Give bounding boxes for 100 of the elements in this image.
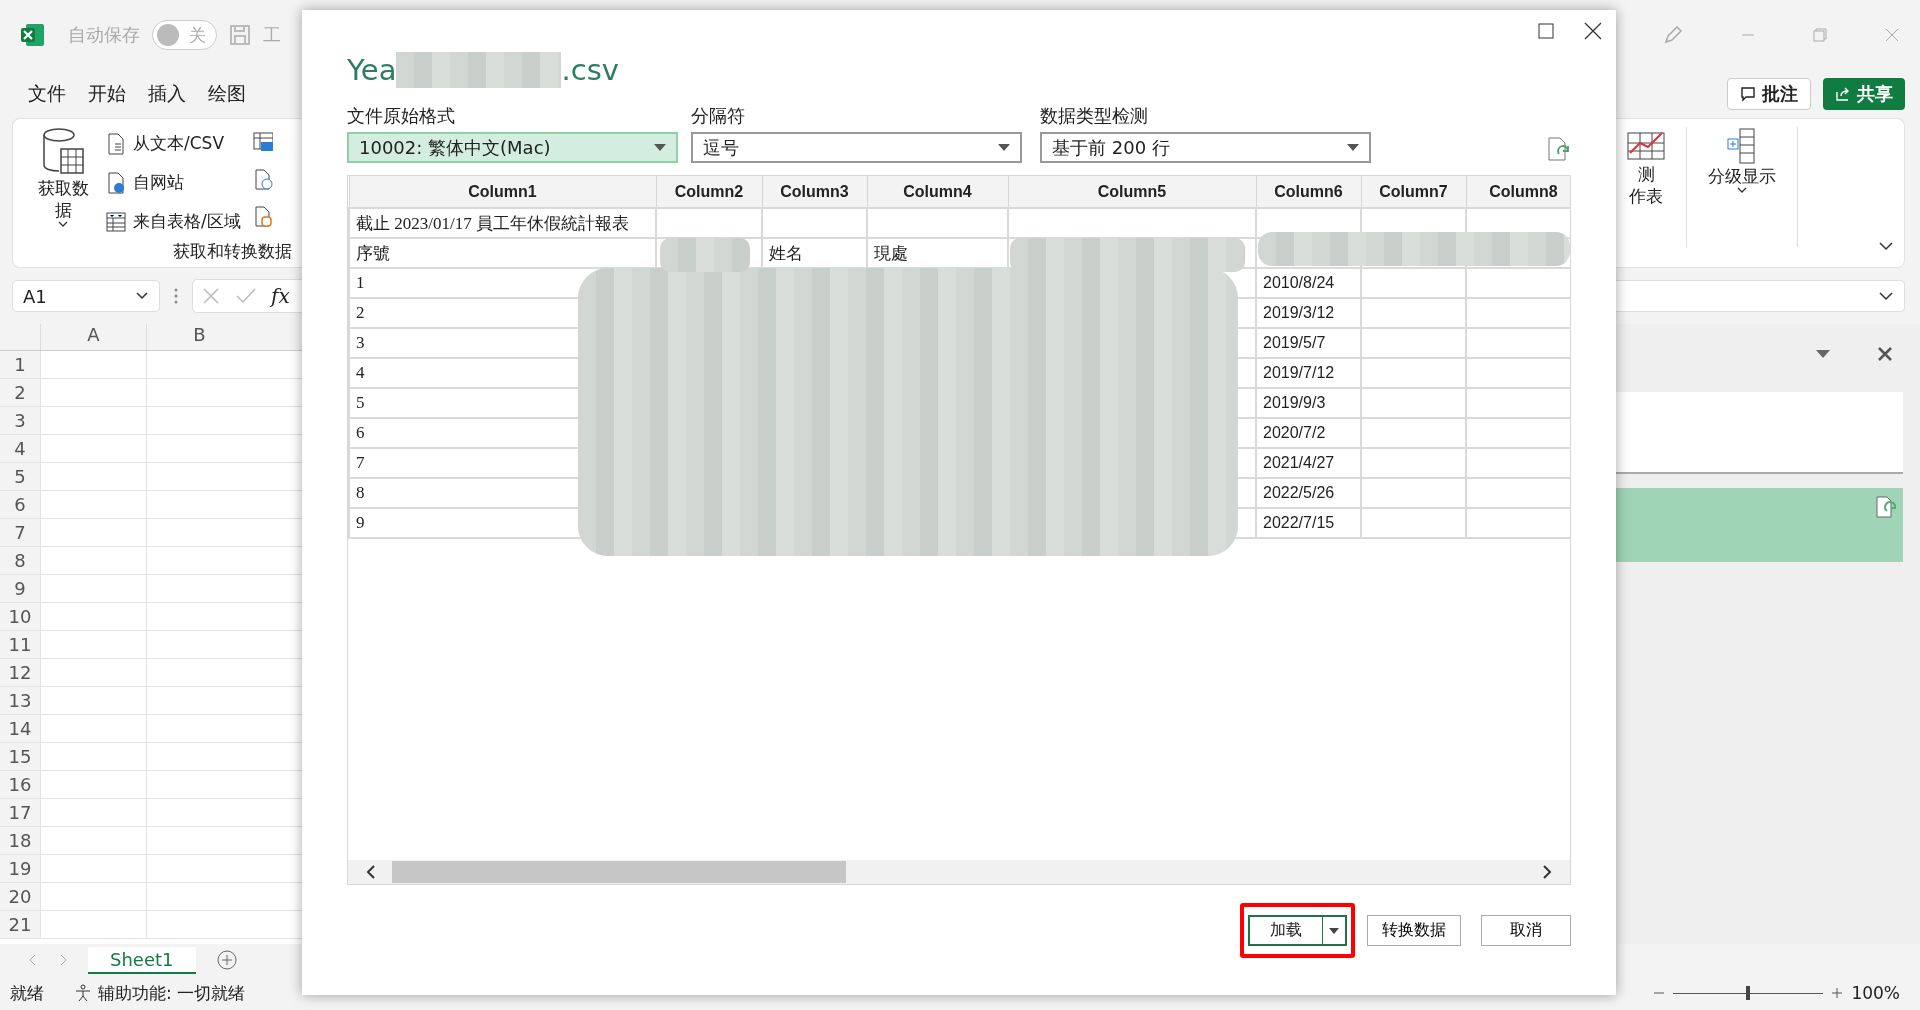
group-label: 获取和转换数据 (173, 240, 293, 263)
accessibility-status[interactable]: 辅助功能: 一切就绪 (74, 981, 246, 1005)
next-sheet-icon[interactable] (58, 954, 68, 966)
autosave-label: 自动保存 (68, 23, 140, 47)
menu-tab[interactable]: 文件 (28, 81, 66, 107)
row-header[interactable]: 4 (0, 435, 40, 462)
restore-icon[interactable] (1812, 27, 1828, 43)
get-data-button[interactable]: 获取数据 (33, 127, 93, 238)
row-header[interactable]: 18 (0, 827, 40, 854)
table-cell: 2019/9/3 (1256, 388, 1361, 418)
zoom-level[interactable]: 100% (1851, 983, 1900, 1003)
row-header[interactable]: 7 (0, 519, 40, 546)
row-header[interactable]: 12 (0, 659, 40, 686)
refresh-icon[interactable] (1547, 137, 1571, 163)
table-cell: 2019/7/12 (1256, 358, 1361, 388)
scroll-left-icon[interactable] (364, 864, 378, 880)
database-table-icon (41, 127, 85, 177)
table-cell: 2020/7/2 (1256, 418, 1361, 448)
forecast-sheet-button[interactable]: 测 作表 (1616, 127, 1676, 267)
column-header[interactable]: B (146, 324, 252, 350)
row-header[interactable]: 6 (0, 491, 40, 518)
column-header: Column7 (1361, 176, 1466, 208)
row-header[interactable]: 14 (0, 715, 40, 742)
text-document-icon (105, 131, 127, 156)
row-header[interactable]: 5 (0, 463, 40, 490)
name-box[interactable]: A1 (12, 280, 160, 312)
dropdown-field[interactable]: 10002: 繁体中文(Mac) (347, 132, 678, 163)
pen-icon[interactable] (1662, 24, 1684, 46)
column-header: Column5 (1008, 176, 1256, 208)
workbook-title: 工 (263, 23, 281, 47)
refresh-document-icon (1875, 496, 1897, 520)
previous-sheet-icon[interactable] (28, 954, 38, 966)
row-header[interactable]: 8 (0, 547, 40, 574)
dropdown-arrow-icon (998, 144, 1010, 151)
menu-tab[interactable]: 插入 (148, 81, 186, 107)
row-header[interactable]: 10 (0, 603, 40, 630)
dropdown-arrow-icon (1329, 927, 1339, 934)
sheet-tab[interactable]: Sheet1 (88, 946, 196, 974)
close-icon[interactable] (1878, 347, 1892, 361)
add-sheet-icon[interactable] (215, 949, 238, 971)
close-icon[interactable] (1584, 22, 1602, 40)
row-header[interactable]: 11 (0, 631, 40, 658)
ribbon-command[interactable]: 从文本/CSV (105, 127, 241, 160)
dropdown-field[interactable]: 逗号 (691, 132, 1022, 163)
scroll-right-icon[interactable] (1540, 864, 1554, 880)
field-label: 数据类型检测 (1040, 104, 1149, 128)
column-header[interactable]: A (40, 324, 146, 350)
check-icon[interactable] (235, 286, 257, 306)
dialog-title: Yea (347, 53, 397, 87)
table-cell: 2021/4/27 (1256, 448, 1361, 478)
dropdown-field[interactable]: 基于前 200 行 (1040, 132, 1371, 163)
chevron-down-icon (1878, 291, 1894, 301)
row-header[interactable]: 2 (0, 379, 40, 406)
maximize-icon[interactable] (1538, 23, 1554, 39)
horizontal-scrollbar[interactable] (348, 860, 1570, 884)
row-header[interactable]: 16 (0, 771, 40, 798)
formula-field[interactable] (1616, 280, 1905, 312)
more-icon (174, 287, 178, 305)
table-cell: 截止 2023/01/17 員工年休假統計報表 (349, 208, 656, 238)
row-header[interactable]: 15 (0, 743, 40, 770)
insert-function-button[interactable]: fx (271, 284, 290, 308)
table-cell: 2019/5/7 (1256, 328, 1361, 358)
load-split-button[interactable]: 加载 (1248, 915, 1347, 946)
table-icon (105, 209, 127, 234)
column-header: Column4 (867, 176, 1008, 208)
zoom-in-icon[interactable] (1831, 985, 1844, 1001)
dialog-button[interactable]: 转换数据 (1367, 915, 1461, 946)
field-label: 分隔符 (691, 104, 746, 128)
chevron-down-icon (58, 221, 68, 228)
dialog-button[interactable]: 取消 (1481, 915, 1571, 946)
row-header[interactable]: 21 (0, 911, 40, 938)
row-header[interactable]: 19 (0, 855, 40, 882)
comments-button[interactable]: 批注 (1727, 78, 1811, 110)
chevron-down-icon (135, 291, 149, 301)
save-icon[interactable] (229, 24, 251, 46)
row-header[interactable]: 1 (0, 351, 40, 378)
cancel-icon[interactable] (201, 286, 221, 306)
query-item[interactable] (1616, 488, 1903, 562)
dropdown-arrow-icon (654, 144, 666, 151)
column-header: Column3 (762, 176, 867, 208)
dropdown-arrow-icon (1347, 144, 1359, 151)
row-header[interactable]: 9 (0, 575, 40, 602)
outline-button[interactable]: 分级显示 (1697, 127, 1787, 267)
dropdown-arrow-icon[interactable] (1816, 350, 1830, 358)
menu-tab[interactable]: 开始 (88, 81, 126, 107)
dialog-title: .csv (561, 53, 619, 87)
column-header: Column2 (656, 176, 762, 208)
row-header[interactable]: 3 (0, 407, 40, 434)
ribbon-command[interactable]: 来自表格/区域 (105, 205, 241, 238)
chevron-down-icon[interactable] (1878, 241, 1894, 251)
status-text: 就绪 (10, 981, 44, 1005)
row-header[interactable]: 20 (0, 883, 40, 910)
menu-tab[interactable]: 绘图 (208, 81, 246, 107)
row-header[interactable]: 17 (0, 799, 40, 826)
ribbon-command[interactable]: 自网站 (105, 166, 241, 199)
column-header: Column1 (349, 176, 656, 208)
share-icon (1836, 87, 1849, 101)
table-cell: 2019/3/12 (1256, 298, 1361, 328)
share-button[interactable]: 共享 (1823, 78, 1905, 110)
row-header[interactable]: 13 (0, 687, 40, 714)
